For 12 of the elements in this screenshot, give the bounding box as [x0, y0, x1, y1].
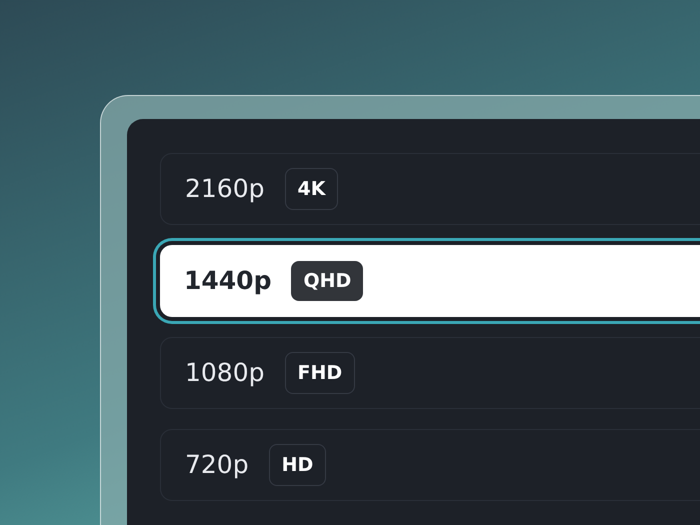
- resolution-option[interactable]: 720p HD: [160, 429, 700, 501]
- resolution-badge: FHD: [284, 352, 356, 394]
- resolution-option[interactable]: 2160p 4K: [160, 153, 700, 225]
- resolution-option[interactable]: 1080p FHD: [160, 337, 700, 409]
- resolution-badge: 4K: [284, 168, 338, 210]
- resolution-label: 1440p: [184, 265, 272, 298]
- resolution-badge: QHD: [291, 260, 364, 302]
- resolution-option[interactable]: 1440p QHD: [160, 245, 700, 317]
- resolution-badge: HD: [268, 444, 326, 486]
- resolution-label: 2160p: [185, 173, 264, 206]
- resolution-label: 720p: [185, 449, 249, 482]
- resolution-label: 1080p: [185, 357, 264, 390]
